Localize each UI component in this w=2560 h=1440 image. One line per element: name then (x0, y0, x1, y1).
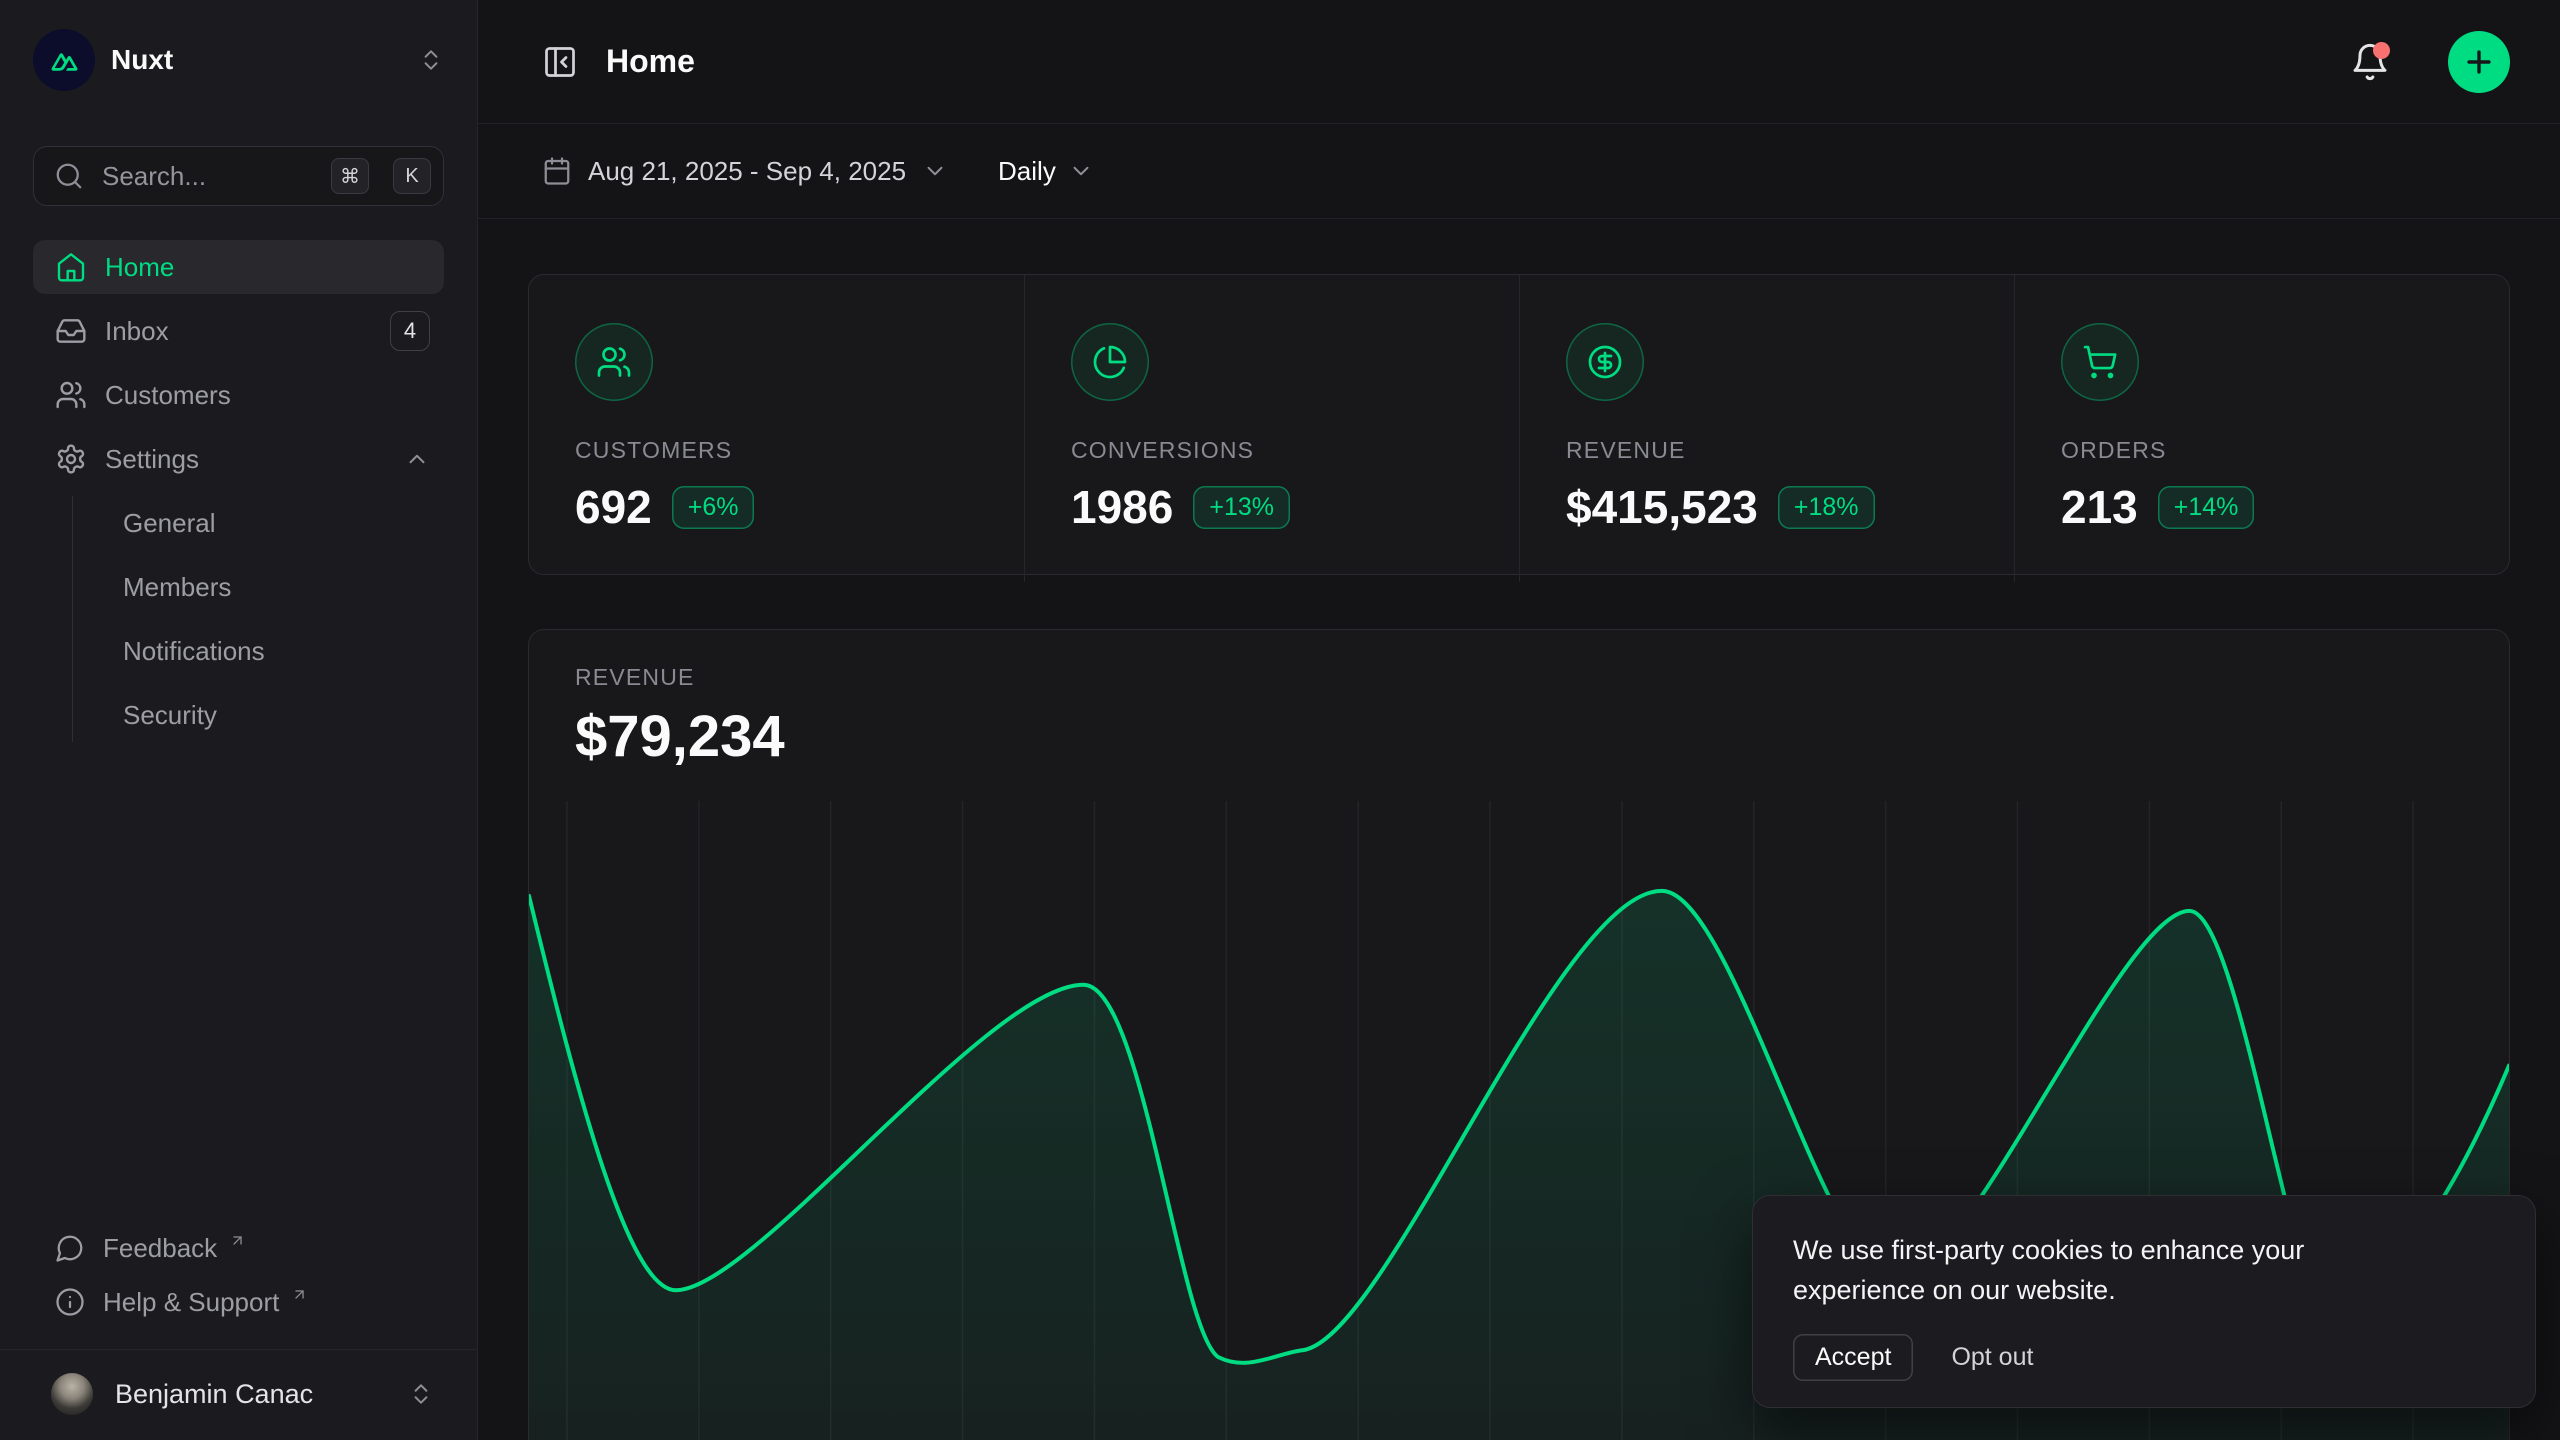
stat-revenue[interactable]: REVENUE $415,523 +18% (1519, 275, 2014, 582)
pie-chart-icon (1071, 323, 1149, 401)
notification-dot (2373, 42, 2390, 59)
accept-button[interactable]: Accept (1793, 1334, 1913, 1381)
stat-value: 692 (575, 480, 652, 534)
sidebar-item-inbox[interactable]: Inbox 4 (33, 304, 444, 358)
sidebar-item-label: Inbox (105, 316, 372, 347)
user-name: Benjamin Canac (115, 1379, 313, 1410)
external-link-icon (291, 1286, 308, 1303)
nuxt-logo-icon (33, 29, 95, 91)
sidebar-item-label: Settings (105, 444, 386, 475)
stat-label: REVENUE (1566, 437, 1968, 464)
stat-customers[interactable]: CUSTOMERS 692 +6% (529, 275, 1024, 582)
sidebar-item-label: Home (105, 252, 430, 283)
chart-value: $79,234 (575, 703, 2463, 770)
avatar (51, 1373, 93, 1415)
add-button[interactable] (2448, 31, 2510, 93)
cookie-banner: We use first-party cookies to enhance yo… (1752, 1195, 2536, 1408)
stat-label: ORDERS (2061, 437, 2463, 464)
gear-icon (55, 443, 87, 475)
settings-subnav: General Members Notifications Security (72, 496, 444, 742)
cart-icon (2061, 323, 2139, 401)
info-circle-icon (55, 1287, 85, 1317)
sidebar-item-label: Help & Support (103, 1287, 279, 1318)
notifications-button[interactable] (2348, 40, 2392, 84)
chart-label: REVENUE (575, 664, 2463, 691)
page-header: Home (478, 0, 2560, 124)
granularity-value: Daily (998, 156, 1056, 187)
stat-label: CUSTOMERS (575, 437, 978, 464)
stat-value: 213 (2061, 480, 2138, 534)
filters-toolbar: Aug 21, 2025 - Sep 4, 2025 Daily (478, 124, 2560, 219)
sidebar: Nuxt Search... ⌘ K Home Inbox 4 (0, 0, 478, 1440)
stat-delta-badge: +18% (1778, 486, 1875, 529)
opt-out-button[interactable]: Opt out (1951, 1343, 2033, 1372)
users-icon (575, 323, 653, 401)
sidebar-toggle-icon[interactable] (542, 44, 578, 80)
sidebar-item-help-support[interactable]: Help & Support (33, 1275, 444, 1329)
sidebar-item-feedback[interactable]: Feedback (33, 1221, 444, 1275)
inbox-icon (55, 315, 87, 347)
sidebar-item-home[interactable]: Home (33, 240, 444, 294)
stat-conversions[interactable]: CONVERSIONS 1986 +13% (1024, 275, 1519, 582)
chevron-down-icon (922, 158, 948, 184)
external-link-icon (229, 1232, 246, 1249)
circle-dollar-icon (1566, 323, 1644, 401)
kbd-cmd: ⌘ (331, 158, 369, 194)
date-range-value: Aug 21, 2025 - Sep 4, 2025 (588, 156, 906, 187)
sidebar-nav: Home Inbox 4 Customers Settings (33, 240, 444, 742)
chevron-up-icon (404, 446, 430, 472)
chevron-down-icon (1068, 158, 1094, 184)
divider (0, 1349, 477, 1350)
search-placeholder: Search... (102, 161, 313, 192)
sidebar-footer: Feedback Help & Support Benjamin Canac (33, 1221, 444, 1426)
stat-delta-badge: +14% (2158, 486, 2255, 529)
chevrons-up-down-icon (418, 47, 444, 73)
kbd-k: K (393, 158, 431, 194)
user-menu[interactable]: Benjamin Canac (33, 1362, 444, 1426)
message-bubble-icon (55, 1233, 85, 1263)
sidebar-item-members[interactable]: Members (105, 560, 444, 614)
stat-label: CONVERSIONS (1071, 437, 1473, 464)
chevrons-up-down-icon (408, 1381, 434, 1407)
workspace-switcher[interactable]: Nuxt (33, 0, 444, 120)
stat-delta-badge: +13% (1193, 486, 1290, 529)
calendar-icon (542, 156, 572, 186)
sidebar-item-customers[interactable]: Customers (33, 368, 444, 422)
sidebar-item-label: Feedback (103, 1233, 217, 1264)
users-icon (55, 379, 87, 411)
search-icon (54, 161, 84, 191)
page-title: Home (606, 43, 695, 80)
stat-value: 1986 (1071, 480, 1173, 534)
granularity-select[interactable]: Daily (998, 156, 1094, 187)
stats-card: CUSTOMERS 692 +6% CONVERSIONS 1986 +13% (528, 274, 2510, 575)
sidebar-item-label: Customers (105, 380, 430, 411)
search-input[interactable]: Search... ⌘ K (33, 146, 444, 206)
cookie-message: We use first-party cookies to enhance yo… (1793, 1230, 2433, 1310)
sidebar-item-settings[interactable]: Settings (33, 432, 444, 486)
inbox-count-badge: 4 (390, 311, 430, 351)
sidebar-item-security[interactable]: Security (105, 688, 444, 742)
stat-orders[interactable]: ORDERS 213 +14% (2014, 275, 2509, 582)
sidebar-item-notifications[interactable]: Notifications (105, 624, 444, 678)
home-icon (55, 251, 87, 283)
date-range-picker[interactable]: Aug 21, 2025 - Sep 4, 2025 (542, 156, 948, 187)
stat-delta-badge: +6% (672, 486, 755, 529)
stat-value: $415,523 (1566, 480, 1758, 534)
workspace-name: Nuxt (111, 44, 173, 76)
sidebar-item-general[interactable]: General (105, 496, 444, 550)
